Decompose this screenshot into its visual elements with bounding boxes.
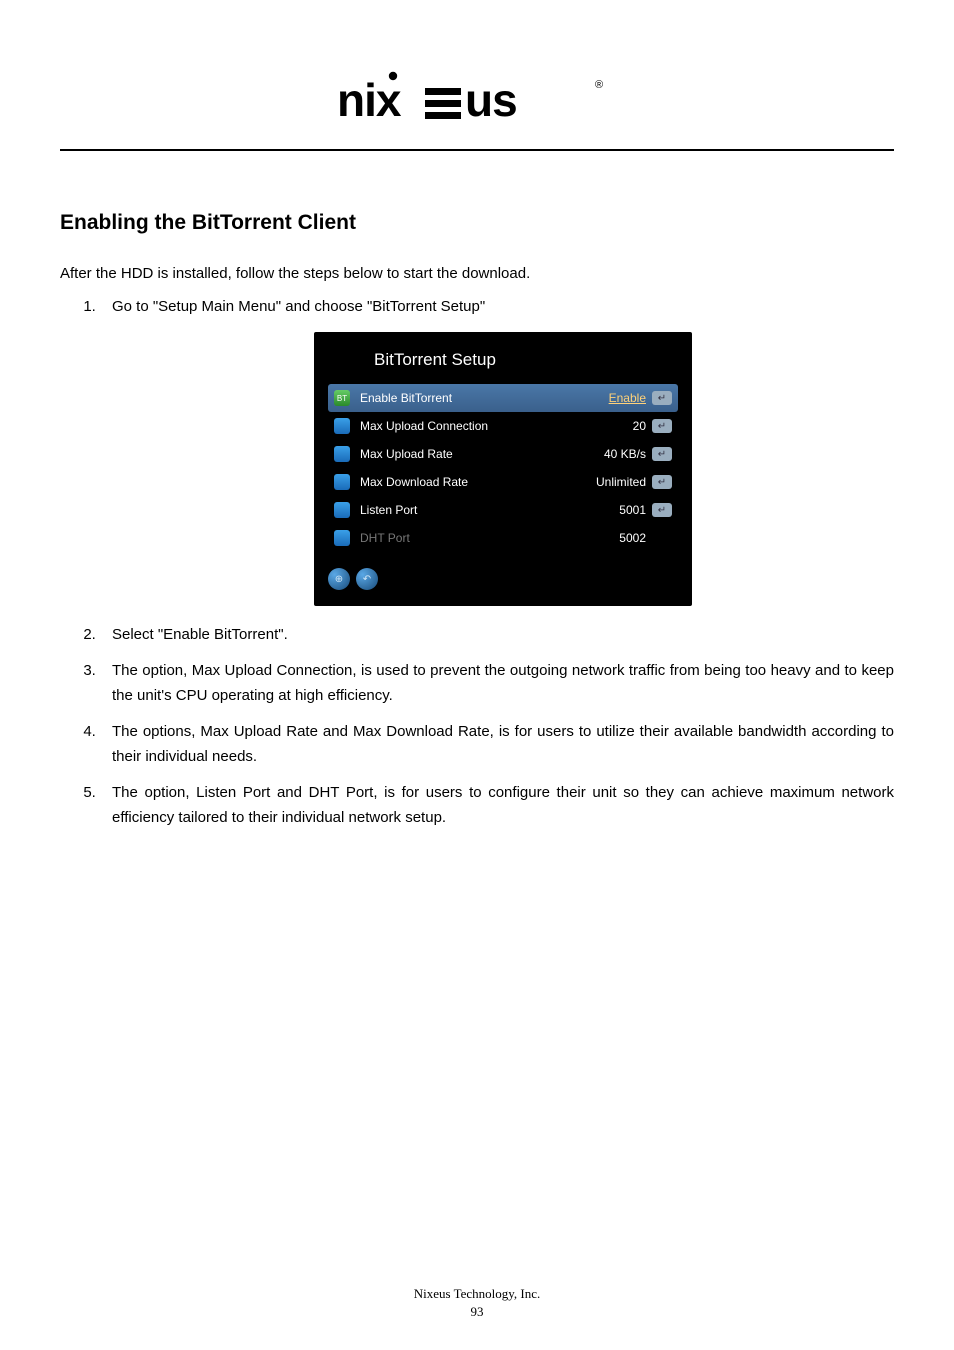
- setup-row-label: Max Download Rate: [360, 472, 596, 492]
- setup-row-value: 40 KB/s: [604, 444, 646, 464]
- setup-row-dht-port: DHT Port5002↵: [328, 524, 678, 552]
- step-text: The option, Listen Port and DHT Port, is…: [112, 784, 894, 827]
- intro-text: After the HDD is installed, follow the s…: [60, 265, 894, 282]
- setting-icon: [334, 446, 350, 462]
- setting-icon: [334, 418, 350, 434]
- registered-mark: ®: [595, 79, 603, 91]
- step-item: Go to "Setup Main Menu" and choose "BitT…: [100, 294, 894, 606]
- setup-row-value: 5001: [619, 500, 646, 520]
- setup-row-value: 5002: [619, 528, 646, 548]
- setting-icon: [334, 530, 350, 546]
- step-text: The options, Max Upload Rate and Max Dow…: [112, 723, 894, 766]
- section-heading: Enabling the BitTorrent Client: [60, 211, 894, 235]
- page-footer: Nixeus Technology, Inc. 93: [0, 1286, 954, 1320]
- enter-icon: ↵: [652, 447, 672, 461]
- setup-row-value: 20: [633, 416, 646, 436]
- setting-icon: [334, 502, 350, 518]
- footer-page-number: 93: [0, 1304, 954, 1320]
- setup-row-label: Max Upload Connection: [360, 416, 633, 436]
- enter-icon: ↵: [652, 475, 672, 489]
- enter-icon: ↵: [652, 503, 672, 517]
- setup-row-value: Unlimited: [596, 472, 646, 492]
- setting-icon: [334, 474, 350, 490]
- step-item: The options, Max Upload Rate and Max Dow…: [100, 719, 894, 770]
- footer-company: Nixeus Technology, Inc.: [0, 1286, 954, 1302]
- steps-list: Go to "Setup Main Menu" and choose "BitT…: [60, 294, 894, 831]
- setup-row-max-upload-rate[interactable]: Max Upload Rate40 KB/s ↵: [328, 440, 678, 468]
- setup-row-listen-port[interactable]: Listen Port5001 ↵: [328, 496, 678, 524]
- step-item: The option, Listen Port and DHT Port, is…: [100, 780, 894, 831]
- step-text: Go to "Setup Main Menu" and choose "BitT…: [112, 298, 485, 315]
- step-item: The option, Max Upload Connection, is us…: [100, 658, 894, 709]
- bt-icon: BT: [334, 390, 350, 406]
- enter-icon: ↵: [652, 419, 672, 433]
- setup-row-max-upload-connection[interactable]: Max Upload Connection20 ↵: [328, 412, 678, 440]
- step-text: Select "Enable BitTorrent".: [112, 626, 288, 643]
- svg-text:us: us: [465, 74, 517, 126]
- setup-row-value: Enable: [609, 388, 646, 408]
- bittorrent-setup-panel: BitTorrent Setup BT Enable BitTorrentEnab…: [314, 332, 692, 607]
- setup-row-label: Max Upload Rate: [360, 444, 604, 464]
- setup-row-label: DHT Port: [360, 528, 619, 548]
- setup-panel-title: BitTorrent Setup: [314, 332, 692, 385]
- header-divider: [60, 149, 894, 151]
- setup-row-max-download-rate[interactable]: Max Download RateUnlimited ↵: [328, 468, 678, 496]
- step-text: The option, Max Upload Connection, is us…: [112, 662, 894, 705]
- setup-footer-icons: ⊕ ↶: [314, 558, 692, 606]
- enter-icon: ↵: [652, 391, 672, 405]
- setup-row-label: Enable BitTorrent: [360, 388, 609, 408]
- setup-row-label: Listen Port: [360, 500, 619, 520]
- setup-row-enable-bittorrent[interactable]: BT Enable BitTorrentEnable ↵: [328, 384, 678, 412]
- svg-text:nix: nix: [337, 74, 402, 126]
- nav-back-icon[interactable]: ↶: [356, 568, 378, 590]
- brand-logo: nix us ®: [60, 50, 894, 141]
- step-item: Select "Enable BitTorrent".: [100, 622, 894, 648]
- nav-globe-icon[interactable]: ⊕: [328, 568, 350, 590]
